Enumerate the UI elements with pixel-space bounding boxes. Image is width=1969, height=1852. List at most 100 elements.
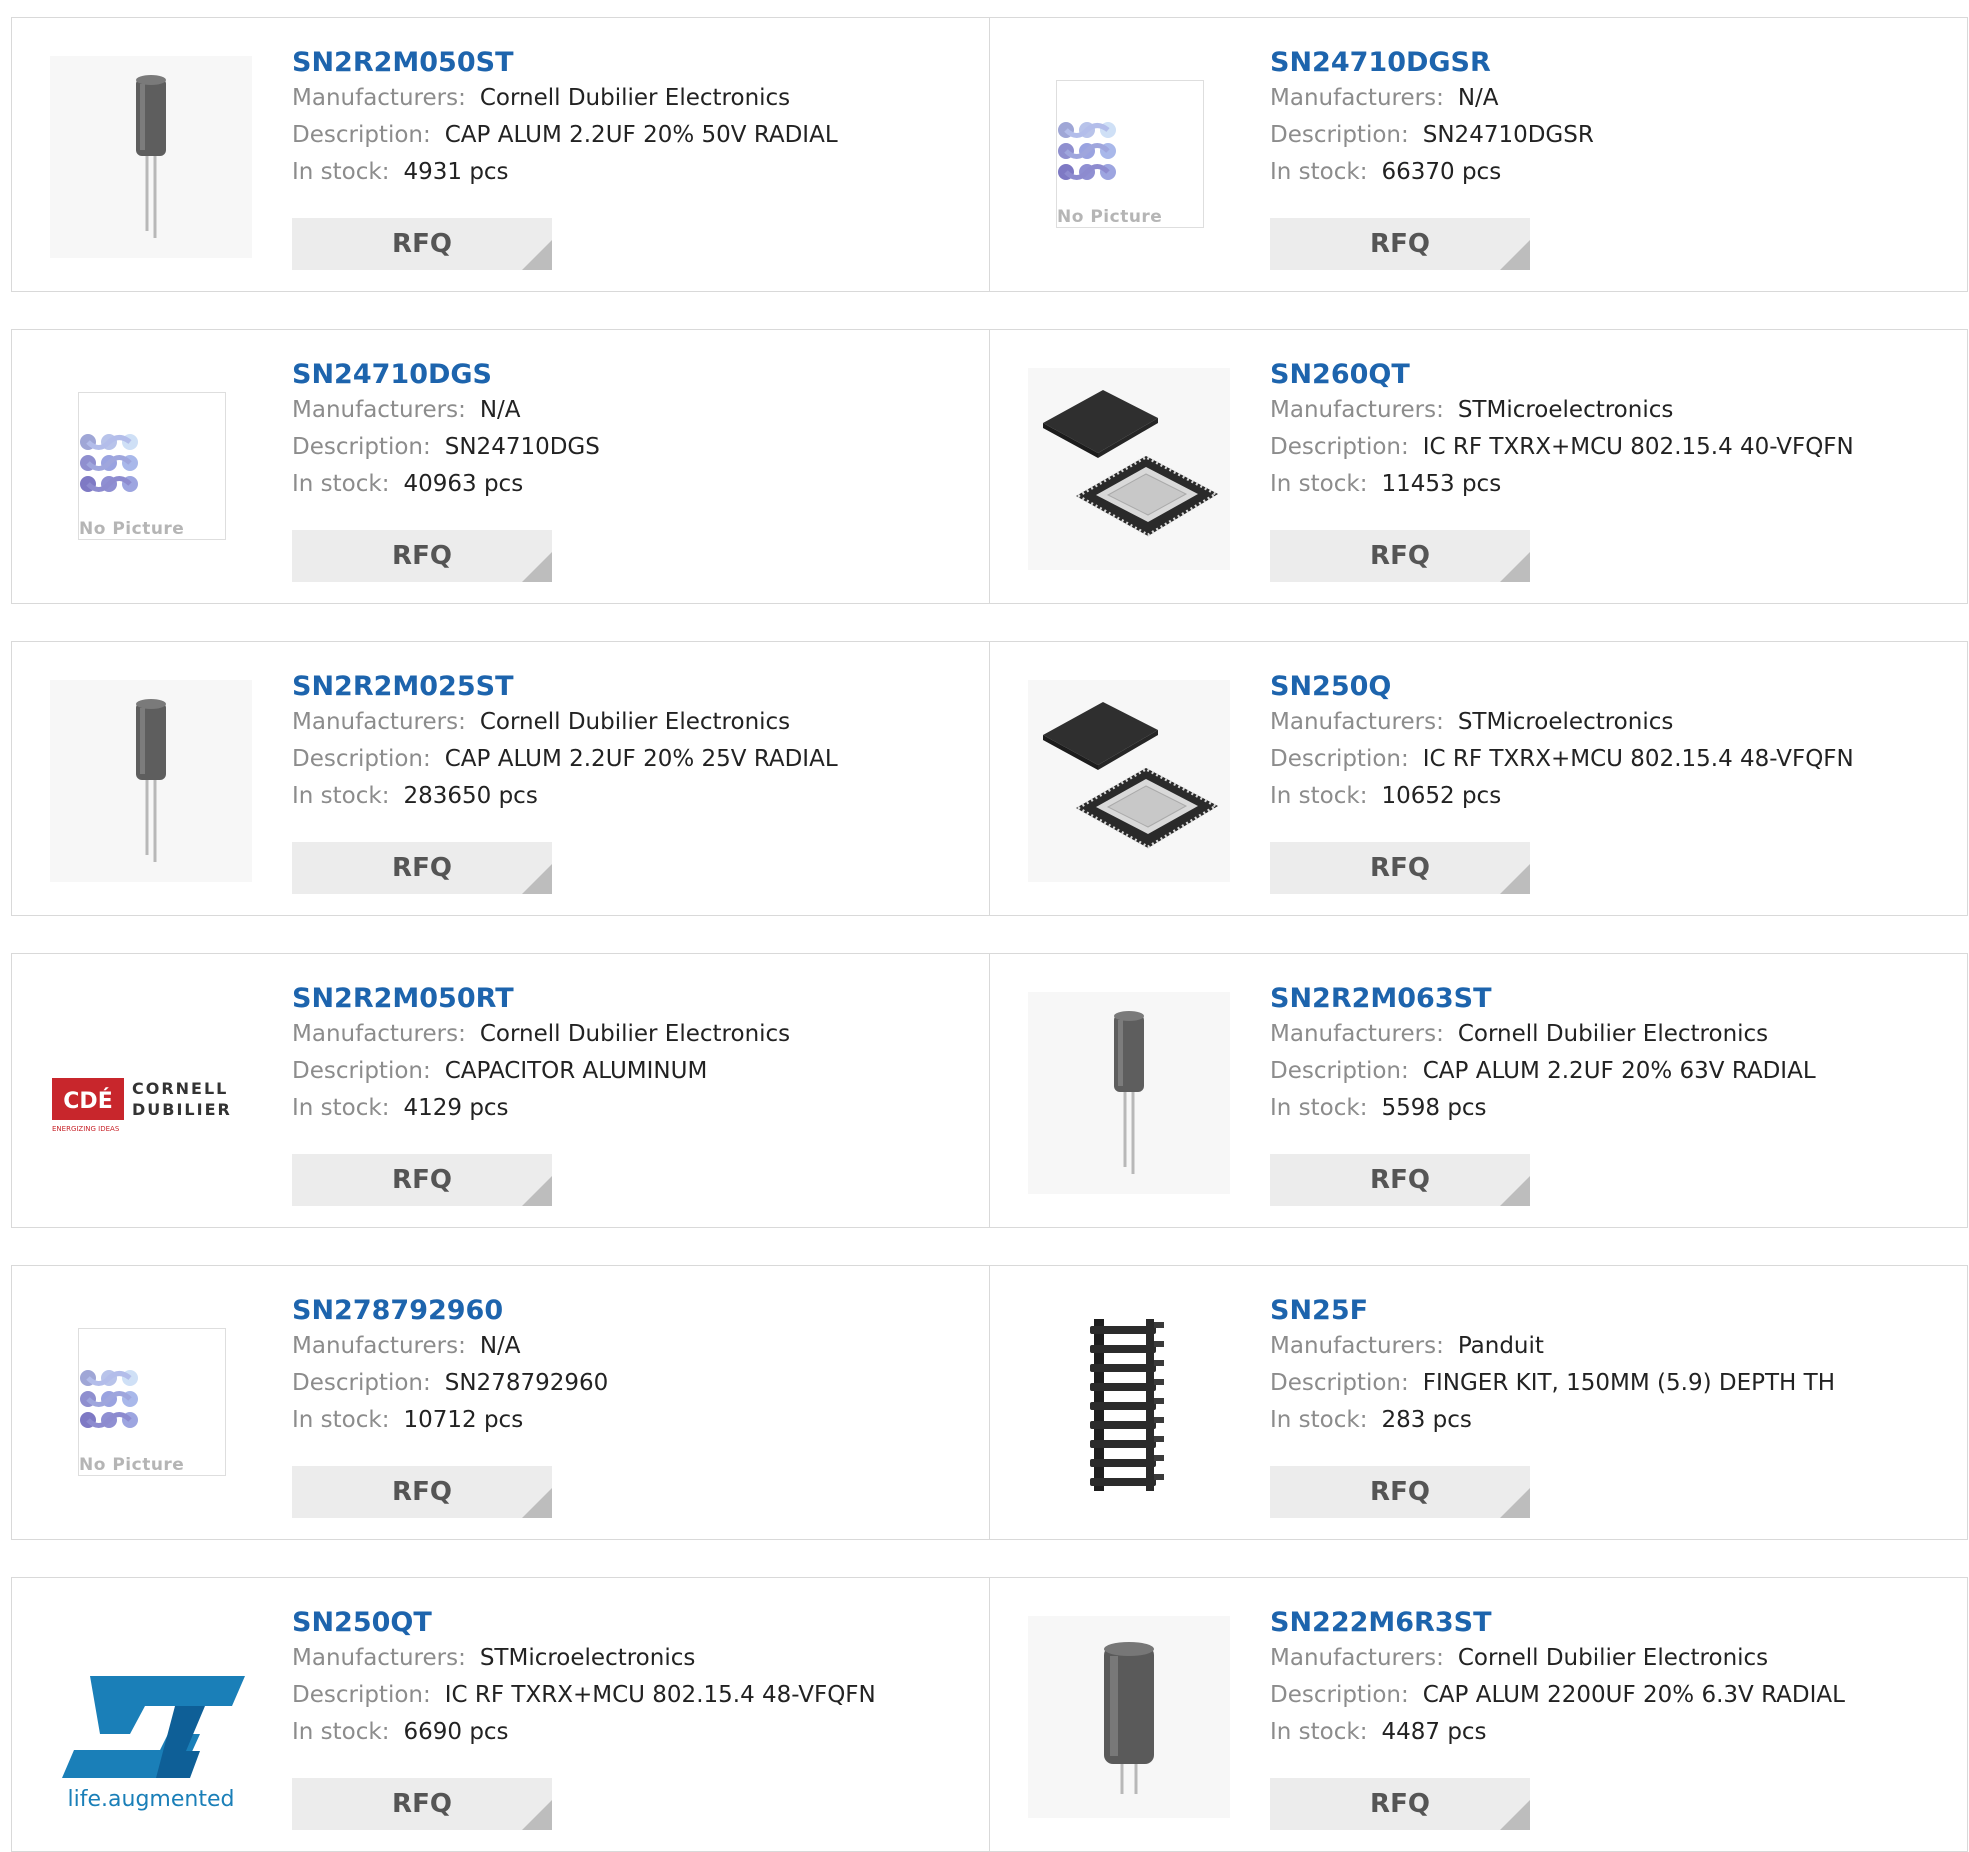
description-row: Description: CAP ALUM 2.2UF 20% 25V RADIA…: [292, 741, 969, 778]
part-number-link[interactable]: SN25F: [1270, 1294, 1947, 1328]
rfq-corner-decoration: [522, 1800, 552, 1830]
rfq-label: RFQ: [1370, 229, 1430, 259]
stock-label: In stock:: [1270, 471, 1368, 497]
rfq-button[interactable]: RFQ: [1270, 1154, 1530, 1206]
description-label: Description:: [292, 1370, 431, 1396]
svg-text:DUBILIER: DUBILIER: [132, 1100, 232, 1119]
rfq-corner-decoration: [522, 864, 552, 894]
product-card: SN260QT Manufacturers: STMicroelectronics…: [989, 329, 1968, 604]
stock-label: In stock:: [1270, 783, 1368, 809]
product-card: SN2R2M050ST Manufacturers: Cornell Dubili…: [11, 17, 990, 292]
product-image[interactable]: [50, 56, 252, 258]
rfq-button[interactable]: RFQ: [1270, 218, 1530, 270]
product-info: SN2R2M063ST Manufacturers: Cornell Dubili…: [1270, 982, 1947, 1127]
manufacturer-row: Manufacturers: N/A: [292, 1328, 969, 1365]
product-image[interactable]: life.augmented: [50, 1616, 252, 1818]
rfq-button[interactable]: RFQ: [292, 1154, 552, 1206]
manufacturer-label: Manufacturers:: [1270, 85, 1444, 111]
rfq-button[interactable]: RFQ: [1270, 1466, 1530, 1518]
product-info: SN260QT Manufacturers: STMicroelectronics…: [1270, 358, 1947, 503]
manufacturer-value: Cornell Dubilier Electronics: [479, 85, 791, 111]
stock-row: In stock: 6690 pcs: [292, 1714, 969, 1751]
stock-value: 66370 pcs: [1381, 159, 1502, 185]
rfq-corner-decoration: [522, 240, 552, 270]
no-picture-placeholder: No Picture: [78, 392, 226, 540]
manufacturer-label: Manufacturers:: [292, 1645, 466, 1671]
manufacturer-label: Manufacturers:: [292, 85, 466, 111]
stock-label: In stock:: [1270, 1719, 1368, 1745]
description-value: SN24710DGS: [444, 434, 600, 460]
stock-label: In stock:: [1270, 159, 1368, 185]
stock-value: 10712 pcs: [403, 1407, 524, 1433]
description-label: Description:: [1270, 122, 1409, 148]
stock-value: 283650 pcs: [403, 783, 538, 809]
part-number-link[interactable]: SN260QT: [1270, 358, 1947, 392]
rfq-corner-decoration: [522, 552, 552, 582]
rfq-button[interactable]: RFQ: [1270, 842, 1530, 894]
stock-row: In stock: 4487 pcs: [1270, 1714, 1947, 1751]
part-number-link[interactable]: SN2R2M050RT: [292, 982, 969, 1016]
manufacturer-row: Manufacturers: STMicroelectronics: [1270, 392, 1947, 429]
part-number-link[interactable]: SN2R2M063ST: [1270, 982, 1947, 1016]
manufacturer-row: Manufacturers: Cornell Dubilier Electroni…: [292, 80, 969, 117]
part-number-link[interactable]: SN24710DGSR: [1270, 46, 1947, 80]
no-picture-placeholder: No Picture: [1056, 80, 1204, 228]
rfq-label: RFQ: [1370, 1789, 1430, 1819]
manufacturer-row: Manufacturers: STMicroelectronics: [1270, 704, 1947, 741]
description-row: Description: FINGER KIT, 150MM (5.9) DEPT…: [1270, 1365, 1947, 1402]
rfq-button[interactable]: RFQ: [292, 530, 552, 582]
stock-value: 4487 pcs: [1381, 1719, 1487, 1745]
product-image[interactable]: [1028, 680, 1230, 882]
part-number-link[interactable]: SN2R2M025ST: [292, 670, 969, 704]
stock-value: 10652 pcs: [1381, 783, 1502, 809]
product-image[interactable]: [50, 680, 252, 882]
part-number-link[interactable]: SN278792960: [292, 1294, 969, 1328]
description-value: SN24710DGSR: [1422, 122, 1594, 148]
stock-value: 11453 pcs: [1381, 471, 1502, 497]
product-card: SN250Q Manufacturers: STMicroelectronics …: [989, 641, 1968, 916]
manufacturer-value: Cornell Dubilier Electronics: [1457, 1645, 1769, 1671]
svg-text:CORNELL: CORNELL: [132, 1079, 228, 1098]
product-info: SN2R2M050RT Manufacturers: Cornell Dubili…: [292, 982, 969, 1127]
rfq-button[interactable]: RFQ: [292, 1466, 552, 1518]
part-number-link[interactable]: SN250QT: [292, 1606, 969, 1640]
rfq-button[interactable]: RFQ: [292, 1778, 552, 1830]
description-row: Description: CAP ALUM 2200UF 20% 6.3V RAD…: [1270, 1677, 1947, 1714]
manufacturer-label: Manufacturers:: [292, 1333, 466, 1359]
manufacturer-value: STMicroelectronics: [479, 1645, 696, 1671]
product-image[interactable]: CDÉ ENERGIZING IDEAS CORNELL DUBILIER: [50, 992, 252, 1194]
rfq-label: RFQ: [1370, 853, 1430, 883]
stock-value: 6690 pcs: [403, 1719, 509, 1745]
part-number-link[interactable]: SN222M6R3ST: [1270, 1606, 1947, 1640]
rfq-label: RFQ: [392, 229, 452, 259]
product-image[interactable]: No Picture: [50, 368, 252, 570]
product-image[interactable]: [1028, 1616, 1230, 1818]
product-image[interactable]: No Picture: [1028, 56, 1230, 258]
product-info: SN24710DGS Manufacturers: N/A Description…: [292, 358, 969, 503]
description-label: Description:: [292, 1682, 431, 1708]
product-image[interactable]: No Picture: [50, 1304, 252, 1506]
rfq-button[interactable]: RFQ: [292, 842, 552, 894]
product-image[interactable]: [1028, 368, 1230, 570]
manufacturer-value: STMicroelectronics: [1457, 709, 1674, 735]
description-value: CAPACITOR ALUMINUM: [444, 1058, 708, 1084]
description-value: CAP ALUM 2.2UF 20% 50V RADIAL: [444, 122, 838, 148]
part-number-link[interactable]: SN2R2M050ST: [292, 46, 969, 80]
no-picture-placeholder: No Picture: [78, 1328, 226, 1476]
product-image[interactable]: [1028, 1304, 1230, 1506]
rfq-label: RFQ: [392, 1165, 452, 1195]
manufacturer-row: Manufacturers: Cornell Dubilier Electroni…: [1270, 1016, 1947, 1053]
manufacturer-label: Manufacturers:: [1270, 709, 1444, 735]
rfq-button[interactable]: RFQ: [292, 218, 552, 270]
rfq-button[interactable]: RFQ: [1270, 530, 1530, 582]
part-number-link[interactable]: SN24710DGS: [292, 358, 969, 392]
part-number-link[interactable]: SN250Q: [1270, 670, 1947, 704]
stock-row: In stock: 10652 pcs: [1270, 778, 1947, 815]
description-value: FINGER KIT, 150MM (5.9) DEPTH TH: [1422, 1370, 1835, 1396]
product-image[interactable]: [1028, 992, 1230, 1194]
manufacturer-row: Manufacturers: Panduit: [1270, 1328, 1947, 1365]
manufacturer-label: Manufacturers:: [292, 1021, 466, 1047]
rfq-button[interactable]: RFQ: [1270, 1778, 1530, 1830]
product-card: SN2R2M025ST Manufacturers: Cornell Dubili…: [11, 641, 990, 916]
no-picture-text: No Picture: [1057, 207, 1165, 227]
